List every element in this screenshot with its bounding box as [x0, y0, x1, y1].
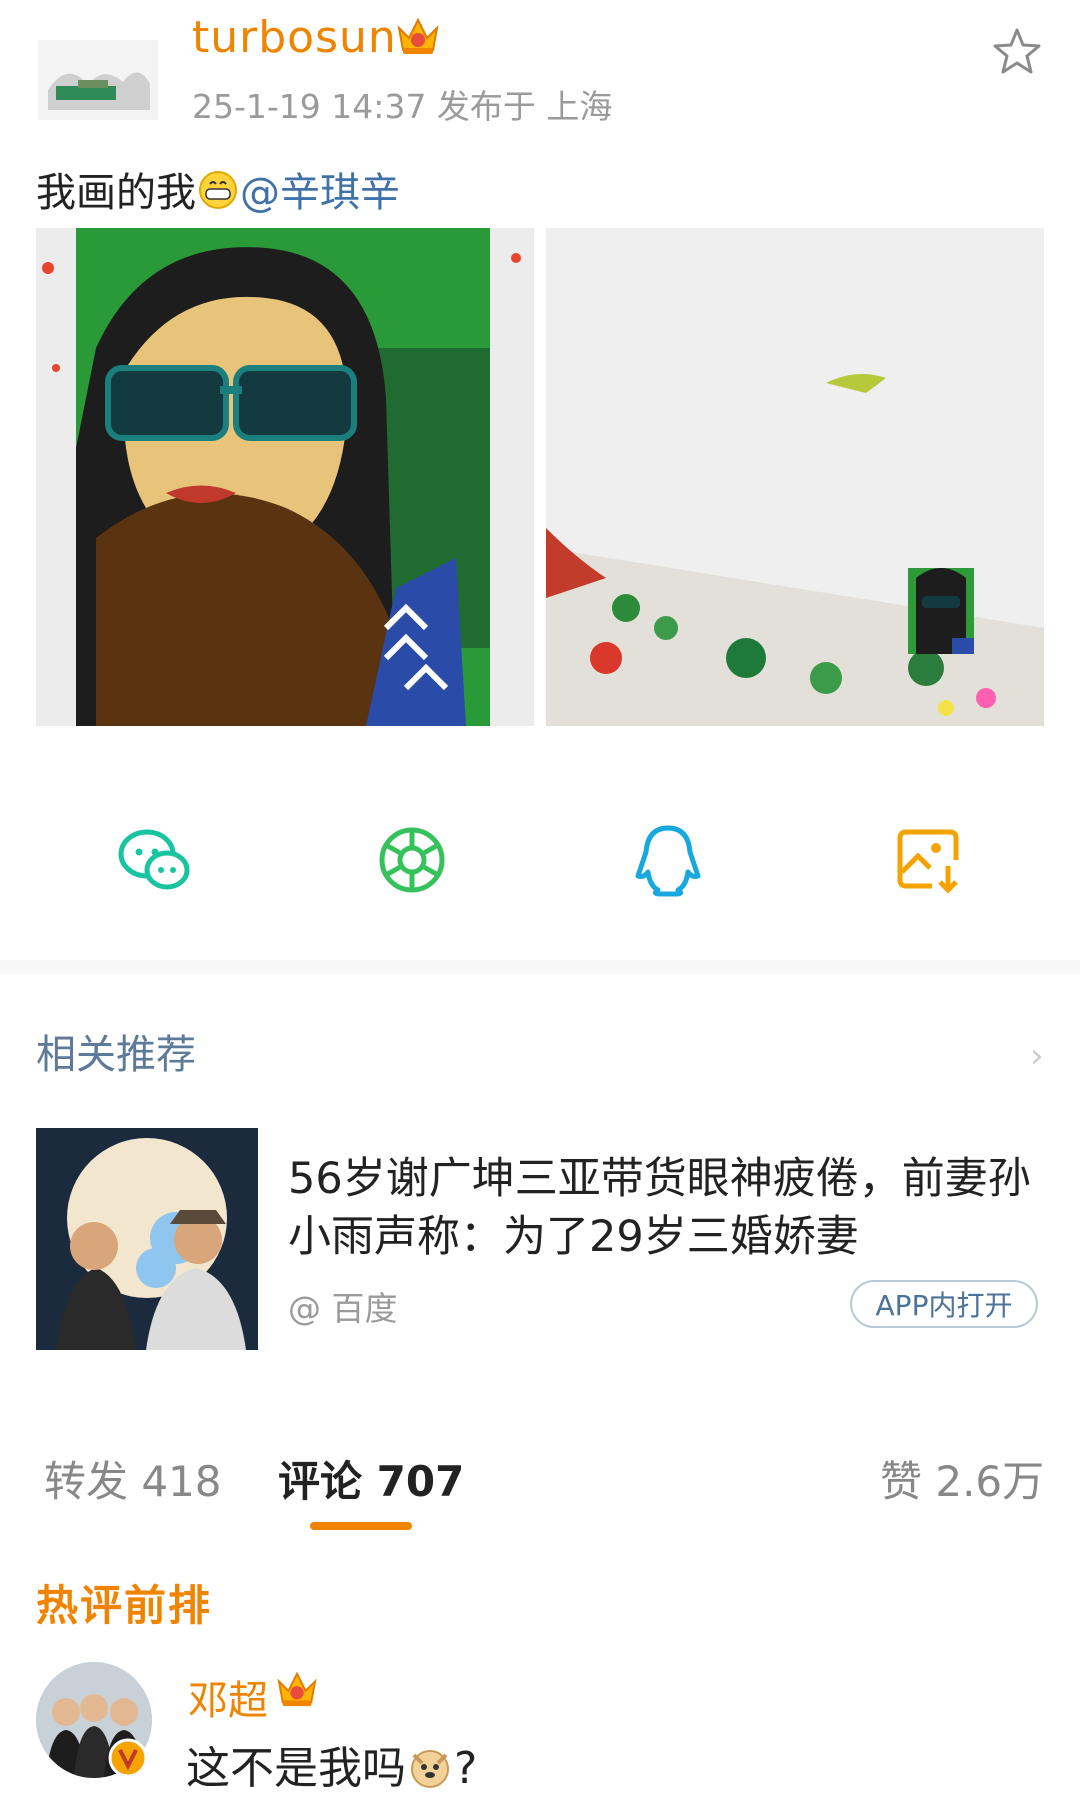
- comment-username[interactable]: 邓超: [188, 1668, 268, 1726]
- moments-icon[interactable]: [372, 820, 452, 900]
- tab-repost[interactable]: 转发 418: [44, 1448, 222, 1509]
- post-text-main: 我画的我: [36, 170, 196, 216]
- mention-link[interactable]: @辛琪辛: [240, 170, 400, 216]
- author-name[interactable]: turbosun: [192, 12, 397, 63]
- wechat-icon[interactable]: [115, 820, 195, 900]
- open-in-app-button[interactable]: APP内打开: [850, 1280, 1038, 1328]
- crown-icon: [275, 1668, 319, 1708]
- hot-comments-title: 热评前排: [36, 1581, 213, 1630]
- crown-icon: [395, 14, 441, 56]
- post-text: 我画的我 @辛琪辛: [36, 160, 400, 218]
- author-avatar[interactable]: [38, 40, 158, 120]
- comment-text: 这不是我吗?: [186, 1732, 477, 1796]
- related-source: @ 百度: [288, 1289, 398, 1328]
- active-tab-indicator: [310, 1522, 412, 1530]
- save-image-icon[interactable]: [890, 820, 970, 900]
- grin-emoji-icon: [198, 170, 238, 210]
- doge-emoji-icon: [408, 1745, 452, 1789]
- comment-text-end: ?: [454, 1743, 478, 1794]
- related-section-title: 相关推荐: [36, 1032, 196, 1078]
- chevron-right-icon[interactable]: ›: [1030, 1036, 1044, 1076]
- post-image-portrait[interactable]: [36, 228, 534, 726]
- verified-badge-icon: [108, 1738, 148, 1778]
- section-divider: [0, 960, 1080, 974]
- comment-text-main: 这不是我吗: [186, 1743, 406, 1794]
- tab-likes[interactable]: 赞 2.6万: [880, 1448, 1044, 1509]
- star-icon[interactable]: [990, 25, 1044, 79]
- post-meta: 25-1-19 14:37 发布于 上海: [192, 87, 613, 126]
- post-image-studio[interactable]: [546, 228, 1044, 726]
- related-headline[interactable]: 56岁谢广坤三亚带货眼神疲倦，前妻孙小雨声称：为了29岁三婚娇妻: [288, 1150, 1048, 1266]
- tab-comments[interactable]: 评论 707: [278, 1448, 464, 1509]
- related-thumbnail[interactable]: [36, 1128, 258, 1350]
- qq-icon[interactable]: [628, 820, 708, 900]
